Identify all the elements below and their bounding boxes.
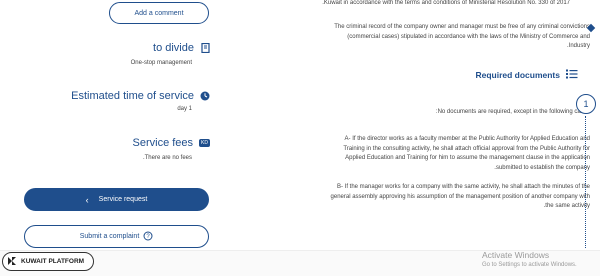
submit-complaint-label: Submit a complaint [79, 233, 140, 240]
service-fees-text: Service fees [132, 137, 194, 149]
platform-brand-text: KUWAIT PLATFORM [21, 258, 85, 265]
case-b-line-3: .the same activity [543, 203, 590, 209]
resolution-text: .Kuwait in accordance with the terms and… [322, 0, 570, 6]
service-request-label: Service request [98, 196, 148, 203]
service-request-button[interactable]: ‹ Service request [24, 188, 209, 211]
required-documents-heading: Required documents [475, 69, 578, 81]
service-details-sidebar: Add a comment to divide One-stop managem… [0, 0, 240, 250]
activate-windows-title: Activate Windows [482, 250, 550, 260]
estimated-time-value: day 1 [177, 106, 192, 112]
clock-icon [200, 91, 210, 101]
case-a-paragraph: A- If the director works as a faculty me… [260, 135, 590, 173]
kuwait-platform-logo[interactable]: KUWAIT PLATFORM [2, 252, 94, 271]
chevron-left-icon: ‹ [85, 194, 89, 205]
case-a-line-1: A- If the director works as a faculty me… [344, 136, 590, 142]
timeline-connector [585, 116, 586, 248]
required-documents-text: Required documents [475, 70, 560, 80]
divide-value: One-stop management [130, 60, 192, 66]
estimated-time-title: Estimated time of service [71, 90, 210, 102]
activate-windows-watermark: Activate Windows Go to Settings to activ… [482, 250, 577, 270]
divide-title: to divide [153, 42, 210, 54]
case-b-line-2: general assembly approving his assumptio… [330, 193, 590, 200]
question-bubble-icon: ? [143, 231, 153, 243]
criminal-line-2: (commercial cases) stipulated in accorda… [347, 33, 590, 40]
bookmark-icon [200, 43, 210, 53]
service-fees-value: .There are no fees [142, 155, 192, 161]
kd-badge: KD [199, 139, 210, 147]
activate-windows-subtitle: Go to Settings to activate Windows. [482, 262, 577, 268]
estimated-time-text: Estimated time of service [71, 90, 194, 102]
case-b-line-1: B- If the manager works for a company wi… [336, 184, 590, 190]
case-a-line-2: Training in the consulting activity, he … [343, 145, 590, 152]
case-a-line-3: Applied Education and Training for him t… [345, 155, 590, 161]
platform-logo-icon [7, 256, 17, 268]
criminal-line-3: .Industry [566, 43, 590, 49]
add-comment-label: Add a comment [134, 9, 184, 17]
submit-complaint-button[interactable]: Submit a complaint ? [24, 225, 209, 248]
criminal-record-paragraph: The criminal record of the company owner… [280, 23, 590, 52]
step-number-badge: 1 [576, 94, 596, 114]
criminal-line-1: The criminal record of the company owner… [334, 24, 590, 30]
divide-title-text: to divide [153, 42, 194, 54]
no-documents-text: :No documents are required, except in th… [435, 109, 590, 115]
case-a-line-4: .submitted to establish the company [494, 164, 590, 171]
add-comment-button[interactable]: Add a comment [109, 2, 209, 24]
service-fees-title: Service fees KD [133, 137, 210, 149]
case-b-paragraph: B- If the manager works for a company wi… [260, 183, 590, 212]
list-icon [566, 69, 578, 81]
service-content: .Kuwait in accordance with the terms and… [240, 0, 600, 250]
